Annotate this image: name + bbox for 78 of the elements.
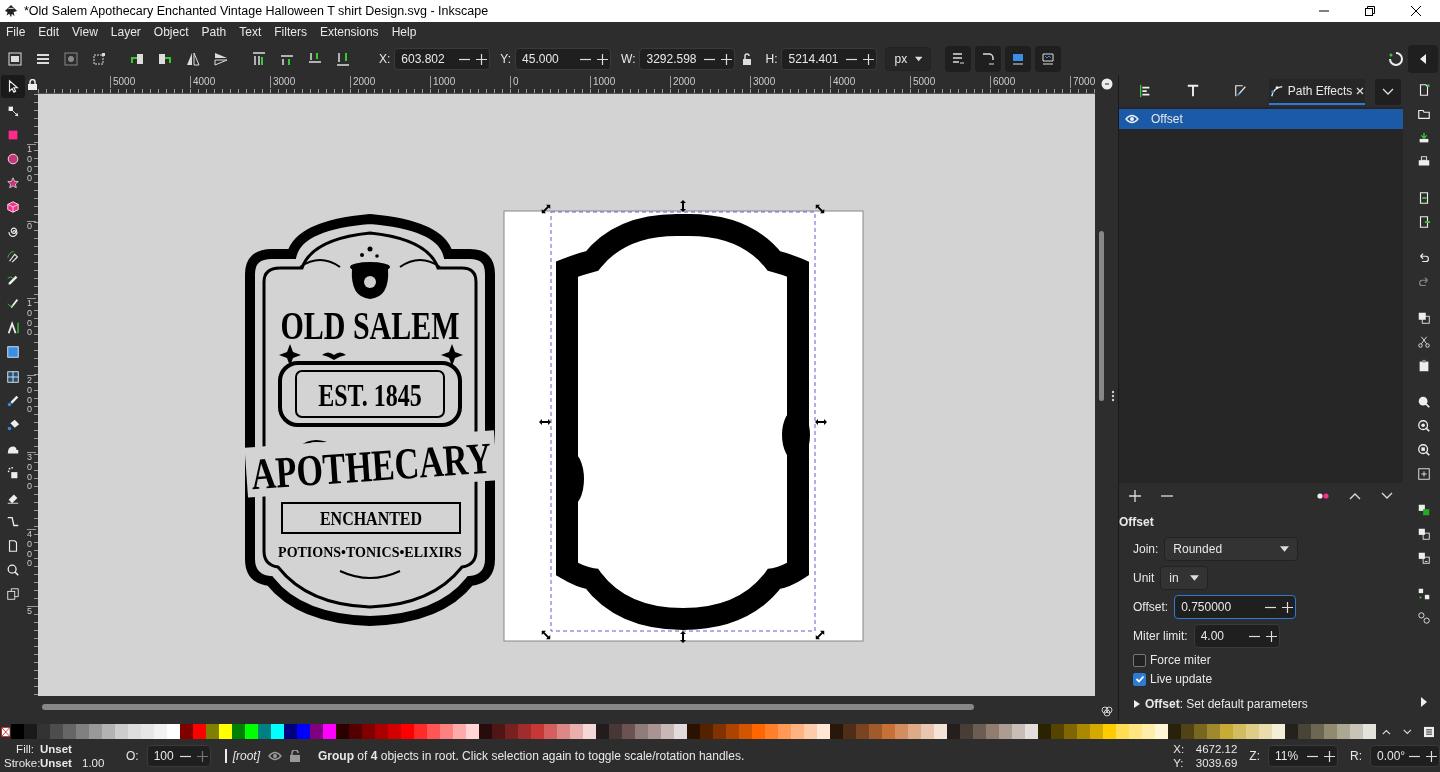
- menu-item[interactable]: Edit: [38, 25, 60, 40]
- field-label: Y:: [500, 52, 512, 67]
- field-label: W:: [621, 52, 636, 67]
- ruler-label: 2000: [670, 75, 696, 88]
- number-field[interactable]: 603.802: [394, 48, 491, 71]
- zoom-field[interactable]: 11%: [1268, 745, 1338, 768]
- ruler-label: 0: [510, 75, 519, 88]
- ruler-label: 6000: [990, 75, 1016, 88]
- artwork-title: OLD SALEM: [280, 302, 460, 348]
- artwork-footer: POTIONS•TONICS•ELIXIRS: [278, 544, 462, 560]
- ruler-label: 5000: [910, 75, 936, 88]
- unit-dropdown[interactable]: px: [885, 47, 932, 72]
- field-label: Offset:: [1133, 600, 1169, 615]
- field-label: Join:: [1133, 542, 1159, 557]
- miter-field[interactable]: 4.00: [1193, 624, 1280, 649]
- tab-label: Path Effects: [1287, 83, 1353, 98]
- ruler-label: 0: [27, 220, 36, 232]
- rotation-field[interactable]: 0.00°: [1370, 745, 1440, 768]
- layer-selector[interactable]: [root]: [224, 749, 261, 764]
- cursor-y-label: Y:: [1173, 757, 1185, 770]
- ruler-label: 4000: [190, 75, 216, 88]
- stroke-label: Stroke:: [4, 757, 40, 770]
- ruler-label: 5: [27, 605, 36, 617]
- expander-label[interactable]: Offset: Set default parameters: [1145, 696, 1308, 711]
- opacity-label: O:: [126, 749, 139, 764]
- ruler-label: 1000: [590, 75, 616, 88]
- ruler-label: 4000: [27, 528, 36, 570]
- number-field[interactable]: 45.000: [515, 48, 612, 71]
- ruler-label: 3000: [750, 75, 776, 88]
- menu-item[interactable]: File: [6, 25, 26, 40]
- ruler-label: 3000: [27, 451, 36, 493]
- artwork-year: EST. 1845: [318, 377, 422, 413]
- menu-item[interactable]: Path: [201, 25, 227, 40]
- section-heading: Offset: [1119, 513, 1155, 531]
- field-label: H:: [765, 52, 778, 67]
- ruler-label: 2000: [350, 75, 376, 88]
- ruler-label: 1000: [27, 143, 36, 185]
- zoom-label: Z:: [1249, 749, 1260, 764]
- menu-item[interactable]: Layer: [110, 25, 141, 40]
- opacity-field[interactable]: 100: [146, 745, 211, 768]
- ruler-label: 7000: [1070, 75, 1096, 88]
- stroke-value[interactable]: Unset: [40, 757, 82, 770]
- panel-tab[interactable]: Path Effects: [1269, 78, 1365, 105]
- ruler-label: 4000: [830, 75, 856, 88]
- artwork-headline: APOTHECARY: [249, 433, 493, 500]
- field-label: Miter limit:: [1133, 629, 1188, 644]
- cursor-y: 3039.69: [1194, 757, 1238, 770]
- unit-dropdown[interactable]: in: [1160, 566, 1209, 591]
- checkbox-label: Force miter: [1150, 653, 1211, 668]
- window-title: *Old Salem Apothecary Enchanted Vintage Halloween T shirt Design.svg - Inkscape: [24, 3, 489, 18]
- ruler-label: 5000: [110, 75, 136, 88]
- stroke-width[interactable]: 1.00: [82, 757, 114, 770]
- menu-item[interactable]: Object: [153, 25, 189, 40]
- fill-value[interactable]: Unset: [40, 743, 82, 756]
- effect-name: Offset: [1151, 111, 1183, 126]
- menu-item[interactable]: Text: [239, 25, 262, 40]
- cursor-x-label: X:: [1173, 743, 1186, 756]
- rotation-label: R:: [1350, 749, 1362, 764]
- menu-item[interactable]: Extensions: [319, 25, 379, 40]
- fill-label: Fill:: [15, 743, 35, 756]
- menu-item[interactable]: Filters: [274, 25, 307, 40]
- number-field[interactable]: 3292.598: [639, 48, 736, 71]
- effect-item[interactable]: Offset: [1119, 108, 1403, 129]
- ruler-label: 2000: [27, 374, 36, 416]
- number-field[interactable]: 5214.401: [781, 48, 878, 71]
- field-label: X:: [379, 52, 391, 67]
- menu-item[interactable]: Help: [391, 25, 417, 40]
- join-dropdown[interactable]: Rounded: [1164, 537, 1299, 562]
- menu-item[interactable]: View: [72, 25, 98, 40]
- offset-field[interactable]: 0.750000: [1174, 595, 1297, 620]
- artwork-subtitle: ENCHANTED: [319, 507, 423, 530]
- checkbox-label: Live update: [1150, 672, 1213, 687]
- ruler-label: 1000: [27, 297, 36, 339]
- status-message: Group of 4 objects in root. Click selection again to toggle scale/rotation handles.: [318, 749, 745, 764]
- field-label: Unit: [1133, 571, 1155, 586]
- cursor-x: 4672.12: [1194, 743, 1238, 756]
- ruler-label: 1000: [430, 75, 456, 88]
- ruler-label: 3000: [270, 75, 296, 88]
